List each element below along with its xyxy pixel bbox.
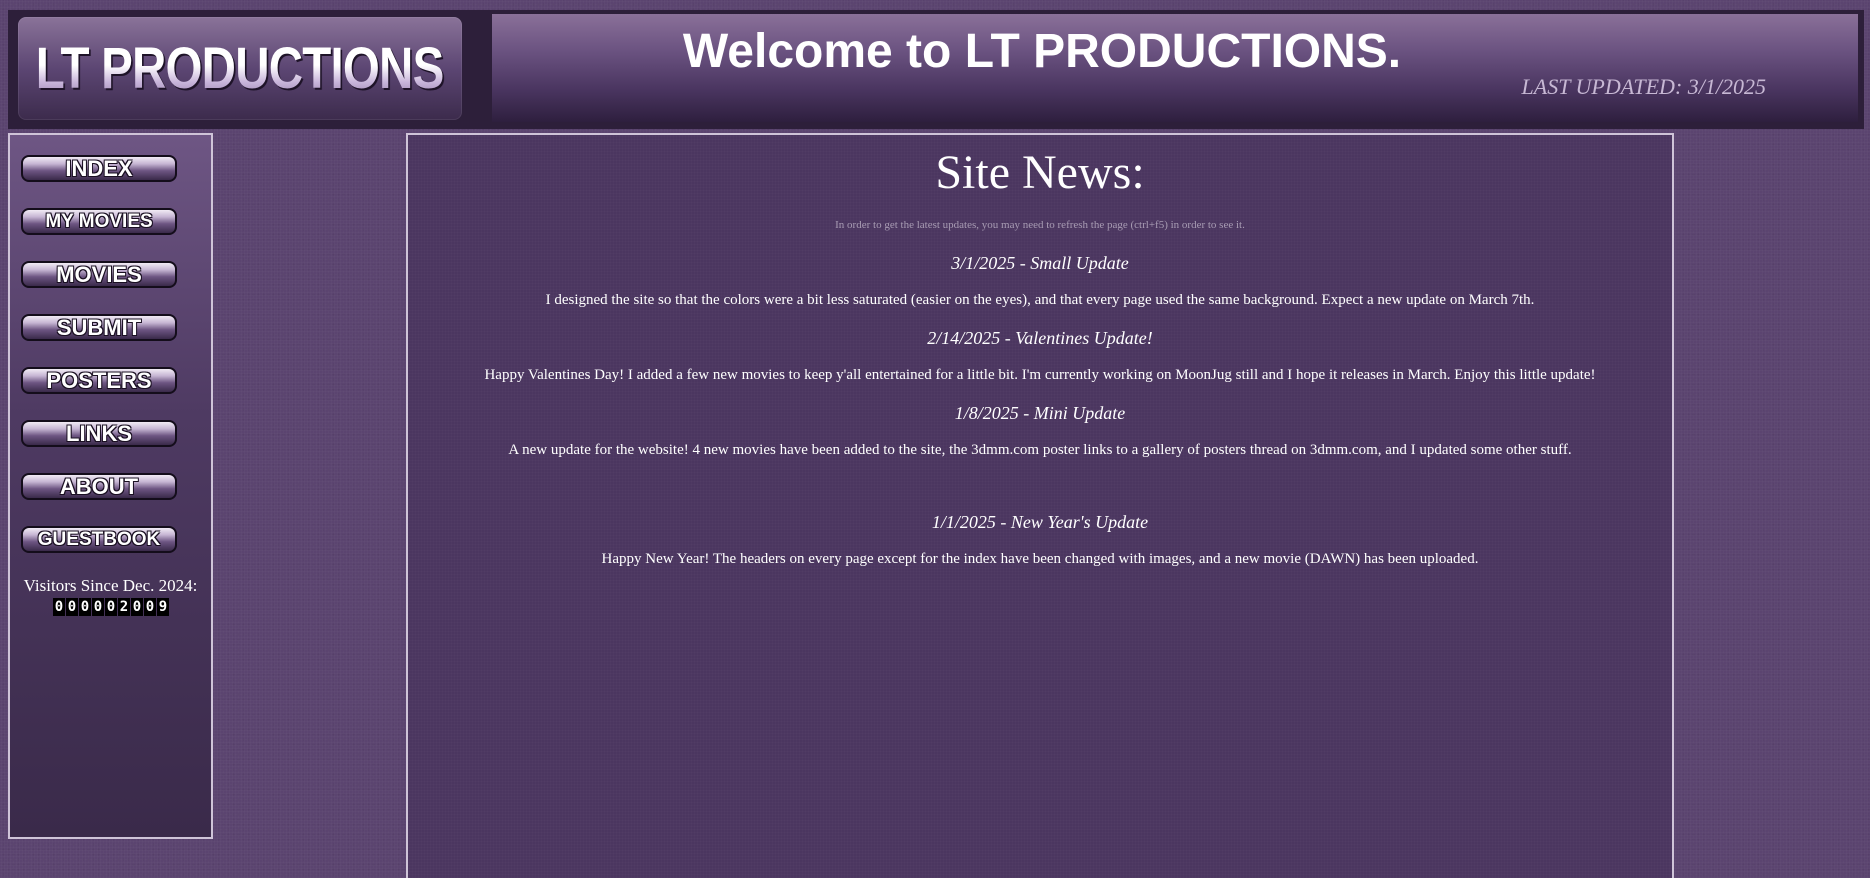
nav-about-button[interactable]: ABOUT [21, 473, 177, 500]
visitor-counter-label: Visitors Since Dec. 2024: [23, 576, 198, 595]
page-title: Site News: [935, 146, 1145, 199]
news-entry-heading: 2/14/2025 - Valentines Update! [927, 328, 1153, 348]
welcome-title: Welcome to LT PRODUCTIONS. [682, 25, 1402, 78]
counter-digit: 9 [157, 598, 169, 616]
nav-posters-button[interactable]: POSTERS [21, 367, 177, 394]
counter-digit: 0 [105, 598, 117, 616]
counter-digit: 0 [144, 598, 156, 616]
news-entry-heading: 1/1/2025 - New Year's Update [931, 512, 1149, 532]
counter-digit: 0 [53, 598, 65, 616]
nav-submit-button[interactable]: SUBMIT [21, 314, 177, 341]
news-entry-body: I designed the site so that the colors w… [545, 292, 1535, 308]
counter-digit: 2 [118, 598, 130, 616]
nav-index-button[interactable]: INDEX [21, 155, 177, 182]
logo-text: LT PRODUCTIONS [36, 36, 445, 101]
refresh-note: In order to get the latest updates, you … [835, 219, 1245, 231]
nav-movies-button[interactable]: MOVIES [21, 261, 177, 288]
news-entry-heading: 1/8/2025 - Mini Update [954, 403, 1126, 423]
welcome-banner: Welcome to LT PRODUCTIONS. LAST UPDATED:… [492, 14, 1858, 122]
site-news-panel: Site News: In order to get the latest up… [406, 133, 1674, 878]
counter-digit: 0 [131, 598, 143, 616]
news-entry-body: A new update for the website! 4 new movi… [508, 442, 1572, 458]
counter-digit: 0 [92, 598, 104, 616]
site-logo[interactable]: LT PRODUCTIONS [18, 17, 462, 120]
counter-digit: 0 [66, 598, 78, 616]
last-updated-text: LAST UPDATED: 3/1/2025 [1521, 74, 1766, 99]
nav-guestbook-button[interactable]: GUESTBOOK [21, 526, 177, 553]
nav-my-movies-button[interactable]: MY MOVIES [21, 208, 177, 235]
news-entry-body: Happy New Year! The headers on every pag… [601, 551, 1479, 567]
counter-digit: 0 [79, 598, 91, 616]
visitor-counter: 0 0 0 0 0 2 0 0 9 [53, 598, 169, 616]
sidebar-nav: INDEX MY MOVIES MOVIES SUBMIT POSTERS LI… [8, 133, 213, 839]
nav-links-button[interactable]: LINKS [21, 420, 177, 447]
news-entry-body: Happy Valentines Day! I added a few new … [484, 367, 1596, 383]
news-entry-heading: 3/1/2025 - Small Update [951, 253, 1129, 273]
